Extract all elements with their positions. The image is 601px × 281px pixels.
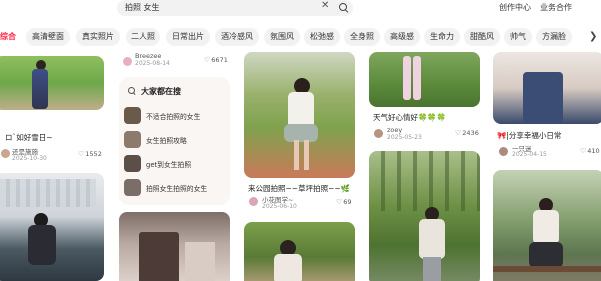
thumbnail bbox=[124, 131, 141, 148]
thumbnail bbox=[124, 155, 141, 172]
business-link[interactable]: 业务合作 bbox=[540, 2, 572, 13]
chip-relaxed[interactable]: 松弛感 bbox=[304, 28, 340, 46]
chip-hd-wallpaper[interactable]: 高清壁面 bbox=[26, 28, 70, 46]
card-caption[interactable]: 天气好心情好🍀🍀🍀 bbox=[373, 112, 446, 123]
card-photo[interactable] bbox=[244, 222, 355, 281]
post-date: 2025-06-10 bbox=[262, 203, 297, 210]
card-photo[interactable] bbox=[244, 52, 355, 178]
card-photo[interactable] bbox=[493, 170, 601, 281]
card-photo[interactable] bbox=[119, 212, 230, 281]
card-photo[interactable] bbox=[369, 151, 480, 281]
chip-full-body[interactable]: 全身照 bbox=[344, 28, 380, 46]
search-bar[interactable]: 拍照 女生 ✕ bbox=[117, 0, 353, 16]
hot-search-item[interactable]: get到女生拍照 bbox=[124, 155, 224, 175]
author-name[interactable]: Breezee bbox=[135, 52, 161, 60]
like-count[interactable]: ♡1552 bbox=[78, 150, 102, 158]
post-date: 2025-10-30 bbox=[12, 155, 47, 162]
like-count[interactable]: ♡69 bbox=[336, 198, 352, 206]
avatar[interactable] bbox=[374, 129, 383, 138]
creator-center-link[interactable]: 创作中心 bbox=[499, 2, 531, 13]
card-caption[interactable]: 🎀|分享幸福小日常 bbox=[497, 130, 561, 141]
card-photo[interactable] bbox=[0, 56, 104, 110]
chip-sweet-cool[interactable]: 甜酷风 bbox=[464, 28, 500, 46]
avatar[interactable] bbox=[1, 149, 10, 158]
post-date: 2025-05-23 bbox=[387, 134, 422, 141]
avatar[interactable] bbox=[499, 147, 508, 156]
card-caption[interactable]: ロ`如好雪日~ bbox=[5, 132, 53, 143]
card-photo[interactable] bbox=[0, 173, 104, 281]
heart-icon[interactable]: ♡ bbox=[336, 198, 342, 206]
chip-atmosphere[interactable]: 氛围风 bbox=[264, 28, 300, 46]
hot-search-item[interactable]: 女生拍照攻略 bbox=[124, 131, 224, 151]
chip-real-photo[interactable]: 真实照片 bbox=[76, 28, 120, 46]
hot-search-item[interactable]: 拍照女生拍照的女生 bbox=[124, 179, 224, 199]
heart-icon[interactable]: ♡ bbox=[580, 147, 586, 155]
chip-vitality[interactable]: 生命力 bbox=[424, 28, 460, 46]
filter-chips: 综合 高清壁面 真实照片 二人照 日常出片 酒冷感风 氛围风 松弛感 全身照 高… bbox=[0, 28, 601, 48]
hot-search-panel: 大家都在搜 不适合拍照的女生 女生拍照攻略 get到女生拍照 拍照女生拍照的女生 bbox=[119, 77, 230, 205]
chip-all[interactable]: 综合 bbox=[0, 28, 20, 46]
author-name[interactable]: zoey bbox=[387, 126, 402, 134]
post-date: 2025-08-14 bbox=[135, 60, 170, 67]
chip-two-people[interactable]: 二人照 bbox=[126, 28, 160, 46]
chip-cool-style[interactable]: 酒冷感风 bbox=[215, 28, 259, 46]
hot-search-item[interactable]: 不适合拍照的女生 bbox=[124, 107, 224, 127]
card-photo[interactable] bbox=[493, 52, 601, 124]
card-photo[interactable] bbox=[369, 52, 480, 107]
chip-premium[interactable]: 高级感 bbox=[384, 28, 420, 46]
hot-search-title: 大家都在搜 bbox=[141, 87, 181, 96]
avatar[interactable] bbox=[249, 197, 258, 206]
post-date: 2025-04-15 bbox=[512, 151, 547, 158]
thumbnail bbox=[124, 107, 141, 124]
search-icon[interactable] bbox=[338, 2, 349, 13]
heart-icon[interactable]: ♡ bbox=[455, 129, 461, 137]
like-count[interactable]: ♡2436 bbox=[455, 129, 479, 137]
thumbnail bbox=[124, 179, 141, 196]
chip-face[interactable]: 方漏脸 bbox=[536, 28, 572, 46]
avatar[interactable] bbox=[123, 57, 132, 66]
chip-daily[interactable]: 日常出片 bbox=[166, 28, 210, 46]
chevron-right-icon[interactable]: ❯ bbox=[589, 31, 597, 42]
like-count[interactable]: ♡6671 bbox=[204, 56, 228, 64]
heart-icon[interactable]: ♡ bbox=[204, 56, 210, 64]
close-icon[interactable]: ✕ bbox=[321, 0, 329, 11]
chip-handsome[interactable]: 帅气 bbox=[504, 28, 532, 46]
search-icon bbox=[128, 87, 136, 95]
search-input[interactable]: 拍照 女生 bbox=[125, 2, 160, 13]
heart-icon[interactable]: ♡ bbox=[78, 150, 84, 158]
top-bar: 拍照 女生 ✕ 创作中心 业务合作 bbox=[0, 0, 601, 22]
card-caption[interactable]: 来公园拍照~~草坪拍照~~🌿 bbox=[248, 183, 350, 194]
like-count[interactable]: ♡410 bbox=[580, 147, 600, 155]
